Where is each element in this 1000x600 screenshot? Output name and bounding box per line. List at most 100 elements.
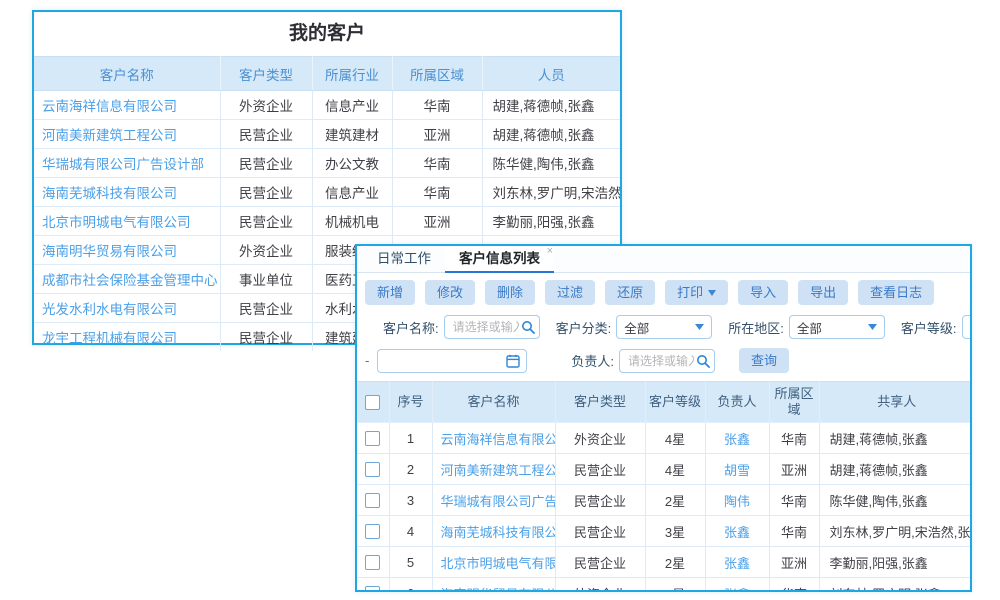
owner-link[interactable]: 张鑫 xyxy=(724,432,750,447)
button-label: 查看日志 xyxy=(870,286,922,299)
owner-link[interactable]: 胡雪 xyxy=(724,463,750,478)
row-checkbox[interactable] xyxy=(365,462,380,477)
customer-name-link[interactable]: 河南美新建筑工程公司 xyxy=(441,463,556,478)
customer-name-link[interactable]: 海南芜城科技有限公司 xyxy=(42,186,177,201)
row-checkbox[interactable] xyxy=(365,493,380,508)
customer-type-cell: 民营企业 xyxy=(220,323,312,352)
region-select[interactable]: 全部 xyxy=(789,315,885,339)
search-icon[interactable] xyxy=(696,354,710,368)
row-checkbox[interactable] xyxy=(365,431,380,446)
customer-name-link[interactable]: 海南明华贸易有限公司 xyxy=(42,244,177,259)
index-cell: 6 xyxy=(389,578,432,593)
calendar-icon[interactable] xyxy=(506,354,520,368)
customer-name-link[interactable]: 云南海祥信息有限公司 xyxy=(42,99,177,114)
select-all-checkbox[interactable] xyxy=(365,395,380,410)
customer-category-select[interactable]: 全部 xyxy=(616,315,712,339)
tab-label: 客户信息列表 xyxy=(459,251,540,266)
grade-select[interactable]: 全部 xyxy=(962,315,973,339)
tab-bar: 日常工作 客户信息列表 × xyxy=(357,246,970,273)
table-header-row: 客户名称 客户类型 所属行业 所属区域 人员 xyxy=(34,57,620,91)
customer-name-link[interactable]: 龙宇工程机械有限公司 xyxy=(42,331,177,346)
restore-button[interactable]: 还原 xyxy=(605,280,655,305)
tab-daily-work[interactable]: 日常工作 xyxy=(363,246,445,272)
customer-name-link[interactable]: 北京市明城电气有限公司 xyxy=(441,556,556,571)
staff-cell: 胡建,蒋德帧,张鑫 xyxy=(482,120,620,149)
customer-type-cell: 民营企业 xyxy=(555,454,645,485)
search-icon[interactable] xyxy=(521,320,535,334)
customer-type-cell: 民营企业 xyxy=(555,547,645,578)
add-button[interactable]: 新增 xyxy=(365,280,415,305)
customer-type-cell: 民营企业 xyxy=(555,516,645,547)
index-cell: 3 xyxy=(389,485,432,516)
grade-cell: 3星 xyxy=(645,516,705,547)
shared-cell: 刘东林,罗广明,宋浩然,张鑫 xyxy=(819,516,972,547)
grade-cell: 4星 xyxy=(645,454,705,485)
customer-name-link[interactable]: 河南美新建筑工程公司 xyxy=(42,128,177,143)
search-input[interactable] xyxy=(626,353,696,369)
button-label: 还原 xyxy=(617,286,643,299)
owner-link[interactable]: 张鑫 xyxy=(724,525,750,540)
customer-name-link[interactable]: 海南芜城科技有限公司 xyxy=(441,525,556,540)
close-icon[interactable]: × xyxy=(547,246,553,256)
delete-button[interactable]: 删除 xyxy=(485,280,535,305)
customer-name-link[interactable]: 云南海祥信息有限公司 xyxy=(441,432,556,447)
customer-name-link[interactable]: 海南明华贸易有限公司 xyxy=(441,587,556,593)
owner-filter-label: 负责人: xyxy=(571,351,614,370)
query-button[interactable]: 查询 xyxy=(739,348,789,373)
customer-name-search-input[interactable] xyxy=(444,315,540,339)
edit-button[interactable]: 修改 xyxy=(425,280,475,305)
table-row: 云南海祥信息有限公司 外资企业 信息产业 华南 胡建,蒋德帧,张鑫 xyxy=(34,91,620,120)
button-label: 打印 xyxy=(677,286,703,299)
search-input[interactable] xyxy=(451,319,521,335)
customer-name-link[interactable]: 成都市社会保险基金管理中心 xyxy=(42,273,218,288)
customer-name-link[interactable]: 光发水利水电有限公司 xyxy=(42,302,177,317)
customer-list-table: 序号 客户名称 客户类型 客户等级 负责人 所属区域 共享人 1 云南海祥信息有… xyxy=(357,381,972,592)
industry-cell: 信息产业 xyxy=(312,91,392,120)
date-input[interactable] xyxy=(377,349,527,373)
owner-link[interactable]: 张鑫 xyxy=(724,587,750,593)
button-label: 导入 xyxy=(750,286,776,299)
staff-cell: 胡建,蒋德帧,张鑫 xyxy=(482,91,620,120)
customer-category-filter-label: 客户分类: xyxy=(556,318,612,337)
customer-name-link[interactable]: 华瑞城有限公司广告设... xyxy=(441,494,556,509)
shared-cell: 胡建,蒋德帧,张鑫 xyxy=(819,454,972,485)
col-customer-type: 客户类型 xyxy=(220,57,312,91)
caret-down-icon xyxy=(695,324,704,330)
customer-type-cell: 外资企业 xyxy=(555,578,645,593)
view-log-button[interactable]: 查看日志 xyxy=(858,280,934,305)
table-row: 3 华瑞城有限公司广告设... 民营企业 2星 陶伟 华南 陈华健,陶伟,张鑫 xyxy=(357,485,972,516)
print-button[interactable]: 打印 xyxy=(665,280,728,305)
button-label: 新增 xyxy=(377,286,403,299)
region-filter-label: 所在地区: xyxy=(728,318,784,337)
customer-name-filter-label: 客户名称: xyxy=(383,318,439,337)
table-row: 1 云南海祥信息有限公司 外资企业 4星 张鑫 华南 胡建,蒋德帧,张鑫 xyxy=(357,423,972,454)
customer-type-cell: 民营企业 xyxy=(220,149,312,178)
owner-link[interactable]: 张鑫 xyxy=(724,556,750,571)
col-shared: 共享人 xyxy=(819,382,972,423)
import-button[interactable]: 导入 xyxy=(738,280,788,305)
region-cell: 亚洲 xyxy=(769,454,819,485)
shared-cell: 刘东林,罗广明,张鑫 xyxy=(819,578,972,593)
grade-cell: 2星 xyxy=(645,485,705,516)
owner-search-input[interactable] xyxy=(619,349,715,373)
export-button[interactable]: 导出 xyxy=(798,280,848,305)
index-cell: 4 xyxy=(389,516,432,547)
row-checkbox[interactable] xyxy=(365,586,380,592)
index-cell: 5 xyxy=(389,547,432,578)
select-value: 全部 xyxy=(970,318,973,337)
row-checkbox[interactable] xyxy=(365,524,380,539)
index-cell: 1 xyxy=(389,423,432,454)
tab-customer-info-list[interactable]: 客户信息列表 × xyxy=(445,246,554,273)
col-staff: 人员 xyxy=(482,57,620,91)
region-cell: 华南 xyxy=(392,91,482,120)
filter-button[interactable]: 过滤 xyxy=(545,280,595,305)
col-index: 序号 xyxy=(389,382,432,423)
row-checkbox[interactable] xyxy=(365,555,380,570)
table-row: 北京市明城电气有限公司 民营企业 机械机电 亚洲 李勤丽,阳强,张鑫 xyxy=(34,207,620,236)
customer-name-link[interactable]: 北京市明城电气有限公司 xyxy=(42,215,191,230)
table-row: 2 河南美新建筑工程公司 民营企业 4星 胡雪 亚洲 胡建,蒋德帧,张鑫 xyxy=(357,454,972,485)
table-row: 华瑞城有限公司广告设计部 民营企业 办公文教 华南 陈华健,陶伟,张鑫 xyxy=(34,149,620,178)
owner-link[interactable]: 陶伟 xyxy=(724,494,750,509)
date-range-dash: - xyxy=(365,353,369,368)
customer-name-link[interactable]: 华瑞城有限公司广告设计部 xyxy=(42,157,204,172)
